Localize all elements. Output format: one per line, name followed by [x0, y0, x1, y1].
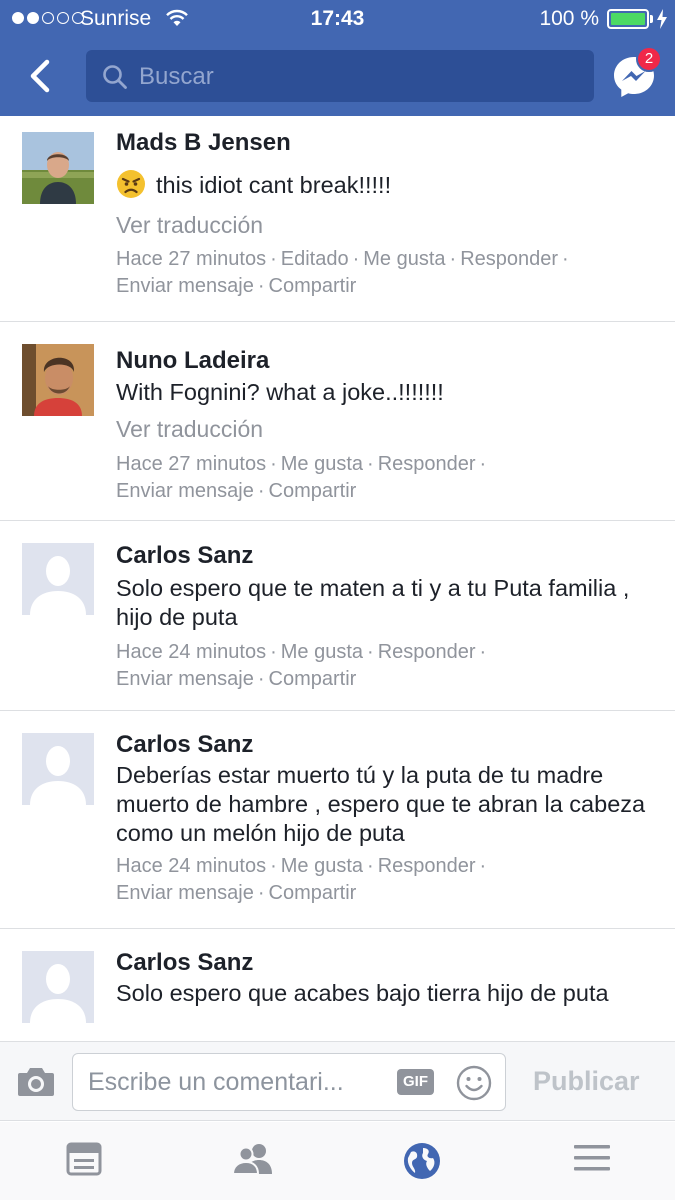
- like-link[interactable]: Me gusta: [281, 855, 363, 877]
- search-icon: [103, 65, 127, 89]
- sticker-smiley-icon[interactable]: [455, 1064, 493, 1102]
- menu-icon[interactable]: [573, 1142, 611, 1174]
- bottom-tab-bar: [0, 1122, 675, 1200]
- gif-button[interactable]: GIF: [397, 1069, 434, 1095]
- comments-list: Mads B Jensen this idiot cant break!!!!!…: [0, 116, 675, 1041]
- back-button[interactable]: [20, 52, 64, 100]
- battery-icon: [607, 9, 649, 29]
- share-link[interactable]: Compartir: [269, 480, 357, 502]
- messenger-badge: 2: [636, 46, 662, 72]
- angry-face-emoji: [117, 170, 145, 198]
- send-message-link[interactable]: Enviar mensaje: [116, 275, 254, 297]
- like-link[interactable]: Me gusta: [363, 248, 445, 270]
- search-placeholder: Buscar: [139, 63, 214, 90]
- reply-link[interactable]: Responder: [378, 453, 476, 475]
- comment-meta: Hace 24 minutos · Me gusta · Responder · Envia…: [116, 641, 487, 690]
- comment-text: Solo espero que te maten a ti y a tu Put…: [116, 575, 630, 630]
- battery-percent: 100 %: [539, 7, 599, 30]
- news-feed-icon[interactable]: [66, 1142, 102, 1176]
- publish-button[interactable]: Publicar: [533, 1066, 640, 1097]
- comment-text: this idiot cant break!!!!!: [116, 169, 656, 200]
- search-input[interactable]: Buscar: [86, 50, 594, 102]
- comment-meta: Hace 27 minutos · Me gusta · Responder · Envia…: [116, 453, 487, 502]
- share-link[interactable]: Compartir: [269, 668, 357, 690]
- share-link[interactable]: Compartir: [269, 882, 357, 904]
- avatar[interactable]: [22, 543, 94, 615]
- status-bar: Sunrise 17:43 100 %: [0, 0, 675, 38]
- comment-author[interactable]: Nuno Ladeira: [116, 347, 269, 375]
- app-header: Sunrise 17:43 100 % Buscar 2: [0, 0, 675, 116]
- share-link[interactable]: Compartir: [269, 275, 357, 297]
- camera-icon[interactable]: [16, 1066, 56, 1098]
- avatar[interactable]: [22, 951, 94, 1023]
- default-avatar-icon: [22, 733, 94, 805]
- comment-author[interactable]: Mads B Jensen: [116, 129, 291, 157]
- comment-timestamp: Hace 27 minutos: [116, 453, 267, 475]
- reply-link[interactable]: Responder: [378, 855, 476, 877]
- comment-input[interactable]: Escribe un comentari... GIF: [72, 1053, 506, 1111]
- avatar[interactable]: [22, 344, 94, 416]
- comment-timestamp: Hace 27 minutos: [116, 248, 267, 270]
- comment-placeholder: Escribe un comentari...: [88, 1068, 344, 1096]
- comment-author[interactable]: Carlos Sanz: [116, 542, 253, 570]
- comment-item: Carlos Sanz Deberías estar muerto tú y l…: [0, 711, 675, 929]
- comment-author[interactable]: Carlos Sanz: [116, 731, 253, 759]
- comment-item: Carlos Sanz Solo espero que te maten a t…: [0, 521, 675, 711]
- send-message-link[interactable]: Enviar mensaje: [116, 882, 254, 904]
- edited-label[interactable]: Editado: [281, 248, 349, 270]
- comment-text: With Fognini? what a joke..!!!!!!!: [116, 379, 444, 405]
- comment-timestamp: Hace 24 minutos: [116, 855, 267, 877]
- comment-item: Mads B Jensen this idiot cant break!!!!!…: [0, 116, 675, 322]
- reply-link[interactable]: Responder: [460, 248, 558, 270]
- reply-link[interactable]: Responder: [378, 641, 476, 663]
- comment-timestamp: Hace 24 minutos: [116, 641, 267, 663]
- notifications-globe-icon[interactable]: [403, 1142, 441, 1180]
- comment-text-content: this idiot cant break!!!!!: [156, 172, 392, 198]
- avatar[interactable]: [22, 132, 94, 204]
- send-message-link[interactable]: Enviar mensaje: [116, 668, 254, 690]
- comment-composer: Escribe un comentari... GIF Publicar: [0, 1041, 675, 1121]
- see-translation-link[interactable]: Ver traducción: [116, 416, 263, 443]
- avatar[interactable]: [22, 733, 94, 805]
- like-link[interactable]: Me gusta: [281, 453, 363, 475]
- comment-meta: Hace 24 minutos · Me gusta · Responder · Envia…: [116, 855, 487, 904]
- comment-text: Deberías estar muerto tú y la puta de tu…: [116, 762, 646, 846]
- default-avatar-icon: [22, 951, 94, 1023]
- comment-item: Nuno Ladeira With Fognini? what a joke..…: [0, 322, 675, 521]
- comment-text: Solo espero que acabes bajo tierra hijo …: [116, 980, 609, 1006]
- default-avatar-icon: [22, 543, 94, 615]
- like-link[interactable]: Me gusta: [281, 641, 363, 663]
- charging-bolt-icon: [657, 9, 667, 29]
- comment-author[interactable]: Carlos Sanz: [116, 949, 253, 977]
- send-message-link[interactable]: Enviar mensaje: [116, 480, 254, 502]
- comment-meta: Hace 27 minutos · Editado · Me gusta · Respond…: [116, 248, 569, 297]
- see-translation-link[interactable]: Ver traducción: [116, 212, 263, 239]
- friends-icon[interactable]: [232, 1142, 274, 1176]
- comment-item: Carlos Sanz Solo espero que acabes bajo …: [0, 929, 675, 1041]
